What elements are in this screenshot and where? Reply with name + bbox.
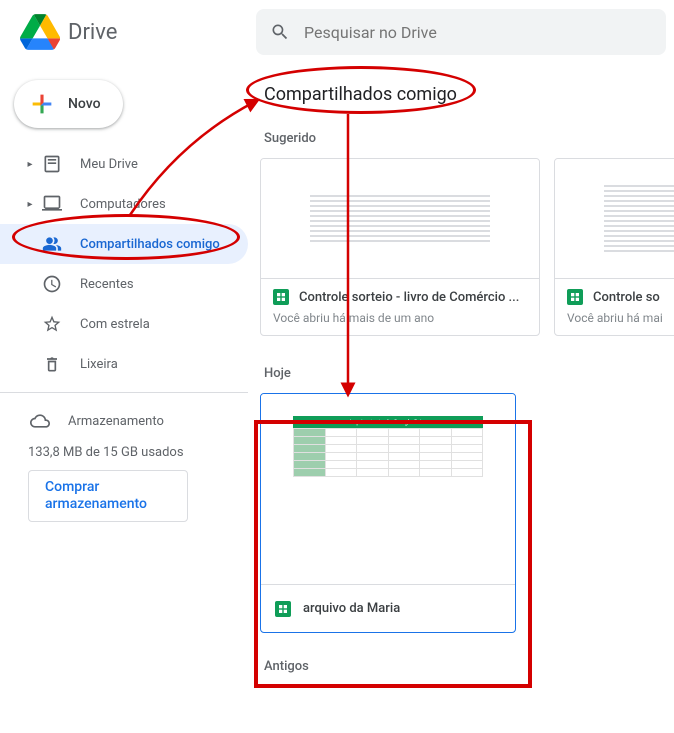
section-today: Hoje <box>260 358 674 393</box>
file-subtitle: Você abriu há mais de um ano <box>261 311 539 335</box>
sidebar-item-storage[interactable]: Armazenamento <box>0 401 248 441</box>
divider <box>0 392 248 393</box>
new-button[interactable]: Novo <box>14 80 123 128</box>
new-button-label: Novo <box>68 96 101 112</box>
star-icon <box>40 314 64 334</box>
sidebar: Novo ▸ Meu Drive ▸ Computadores Comparti… <box>0 64 248 733</box>
app-name: Drive <box>68 20 117 45</box>
file-card[interactable]: Arquivo teste do Google Drive arquivo da… <box>260 393 516 633</box>
sidebar-item-label: Lixeira <box>80 357 118 372</box>
sidebar-item-computers[interactable]: ▸ Computadores <box>0 184 248 224</box>
sheets-icon <box>567 289 583 305</box>
thumb-title: Arquivo teste do Google Drive <box>293 416 483 428</box>
sidebar-item-trash[interactable]: Lixeira <box>0 344 248 384</box>
buy-storage-button[interactable]: Comprar armazenamento <box>28 470 188 522</box>
search-input[interactable] <box>304 23 652 42</box>
sheets-icon <box>275 601 291 617</box>
file-title: Controle so <box>593 290 660 305</box>
cloud-icon <box>28 411 52 431</box>
file-title: Controle sorteio - livro de Comércio ... <box>299 290 519 305</box>
file-thumbnail: Arquivo teste do Google Drive <box>261 394 515 584</box>
drive-logo-icon <box>20 12 60 52</box>
shared-icon <box>40 234 64 254</box>
sidebar-item-starred[interactable]: Com estrela <box>0 304 248 344</box>
recent-icon <box>40 274 64 294</box>
caret-icon: ▸ <box>24 159 36 170</box>
search-bar[interactable] <box>256 9 666 55</box>
caret-icon: ▸ <box>24 199 36 210</box>
storage-used-text: 133,8 MB de 15 GB usados <box>0 441 248 470</box>
sidebar-item-my-drive[interactable]: ▸ Meu Drive <box>0 144 248 184</box>
trash-icon <box>40 354 64 374</box>
sheets-icon <box>273 289 289 305</box>
main-content: Compartilhados comigo Sugerido Controle … <box>248 64 674 733</box>
computers-icon <box>40 194 64 214</box>
file-subtitle: Você abriu há mai <box>555 311 674 335</box>
sidebar-item-label: Computadores <box>80 197 166 212</box>
file-thumbnail <box>261 159 539 279</box>
sidebar-item-label: Compartilhados comigo <box>80 237 220 252</box>
file-thumbnail <box>555 159 674 279</box>
sidebar-item-recent[interactable]: Recentes <box>0 264 248 304</box>
search-icon <box>270 21 290 43</box>
plus-icon <box>28 90 56 118</box>
sidebar-item-shared[interactable]: Compartilhados comigo <box>0 224 248 264</box>
drive-logo-area[interactable]: Drive <box>8 12 256 52</box>
suggested-card[interactable]: Controle so Você abriu há mai <box>554 158 674 336</box>
file-title: arquivo da Maria <box>303 601 400 616</box>
section-suggested: Sugerido <box>260 123 674 158</box>
my-drive-icon <box>40 154 64 174</box>
sidebar-item-label: Com estrela <box>80 317 150 332</box>
page-title: Compartilhados comigo <box>260 76 674 123</box>
sidebar-item-label: Recentes <box>80 277 134 292</box>
suggested-card[interactable]: Controle sorteio - livro de Comércio ...… <box>260 158 540 336</box>
sidebar-item-label: Meu Drive <box>80 157 138 172</box>
section-older: Antigos <box>260 651 674 686</box>
storage-label: Armazenamento <box>68 414 164 429</box>
